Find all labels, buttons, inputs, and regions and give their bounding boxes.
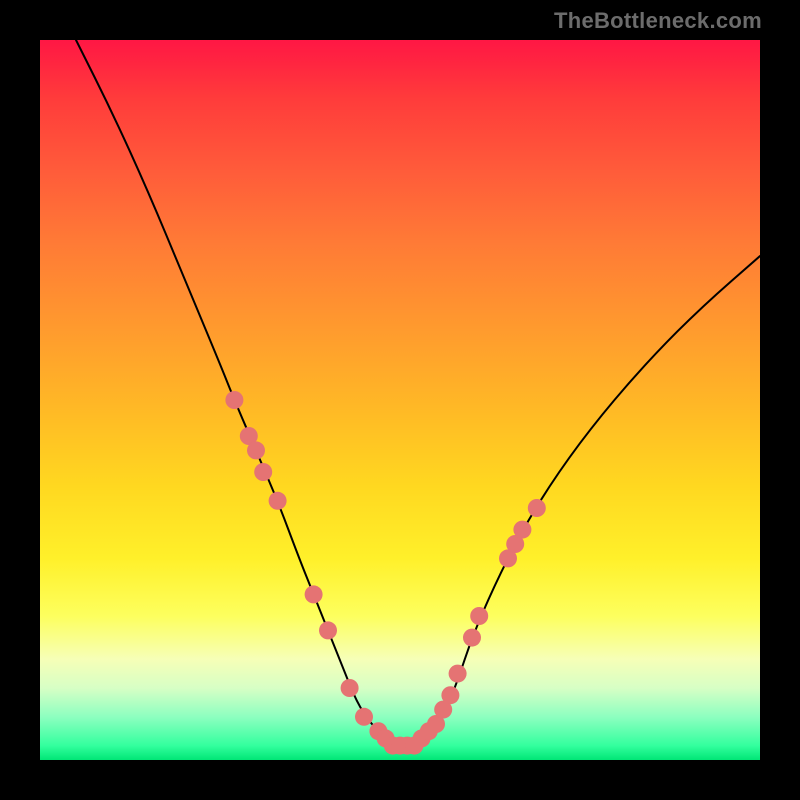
data-point [470,607,488,625]
data-point [225,391,243,409]
data-point [319,621,337,639]
data-point [528,499,546,517]
data-point [463,629,481,647]
data-point [355,708,373,726]
data-point [441,686,459,704]
plot-area [40,40,760,760]
chart-frame: TheBottleneck.com [0,0,800,800]
data-markers [225,391,545,755]
data-point [449,665,467,683]
data-point [254,463,272,481]
data-point [341,679,359,697]
bottleneck-curve [76,40,760,746]
data-point [513,521,531,539]
watermark-text: TheBottleneck.com [554,8,762,34]
data-point [305,585,323,603]
data-point [269,492,287,510]
curve-svg [40,40,760,760]
data-point [247,441,265,459]
